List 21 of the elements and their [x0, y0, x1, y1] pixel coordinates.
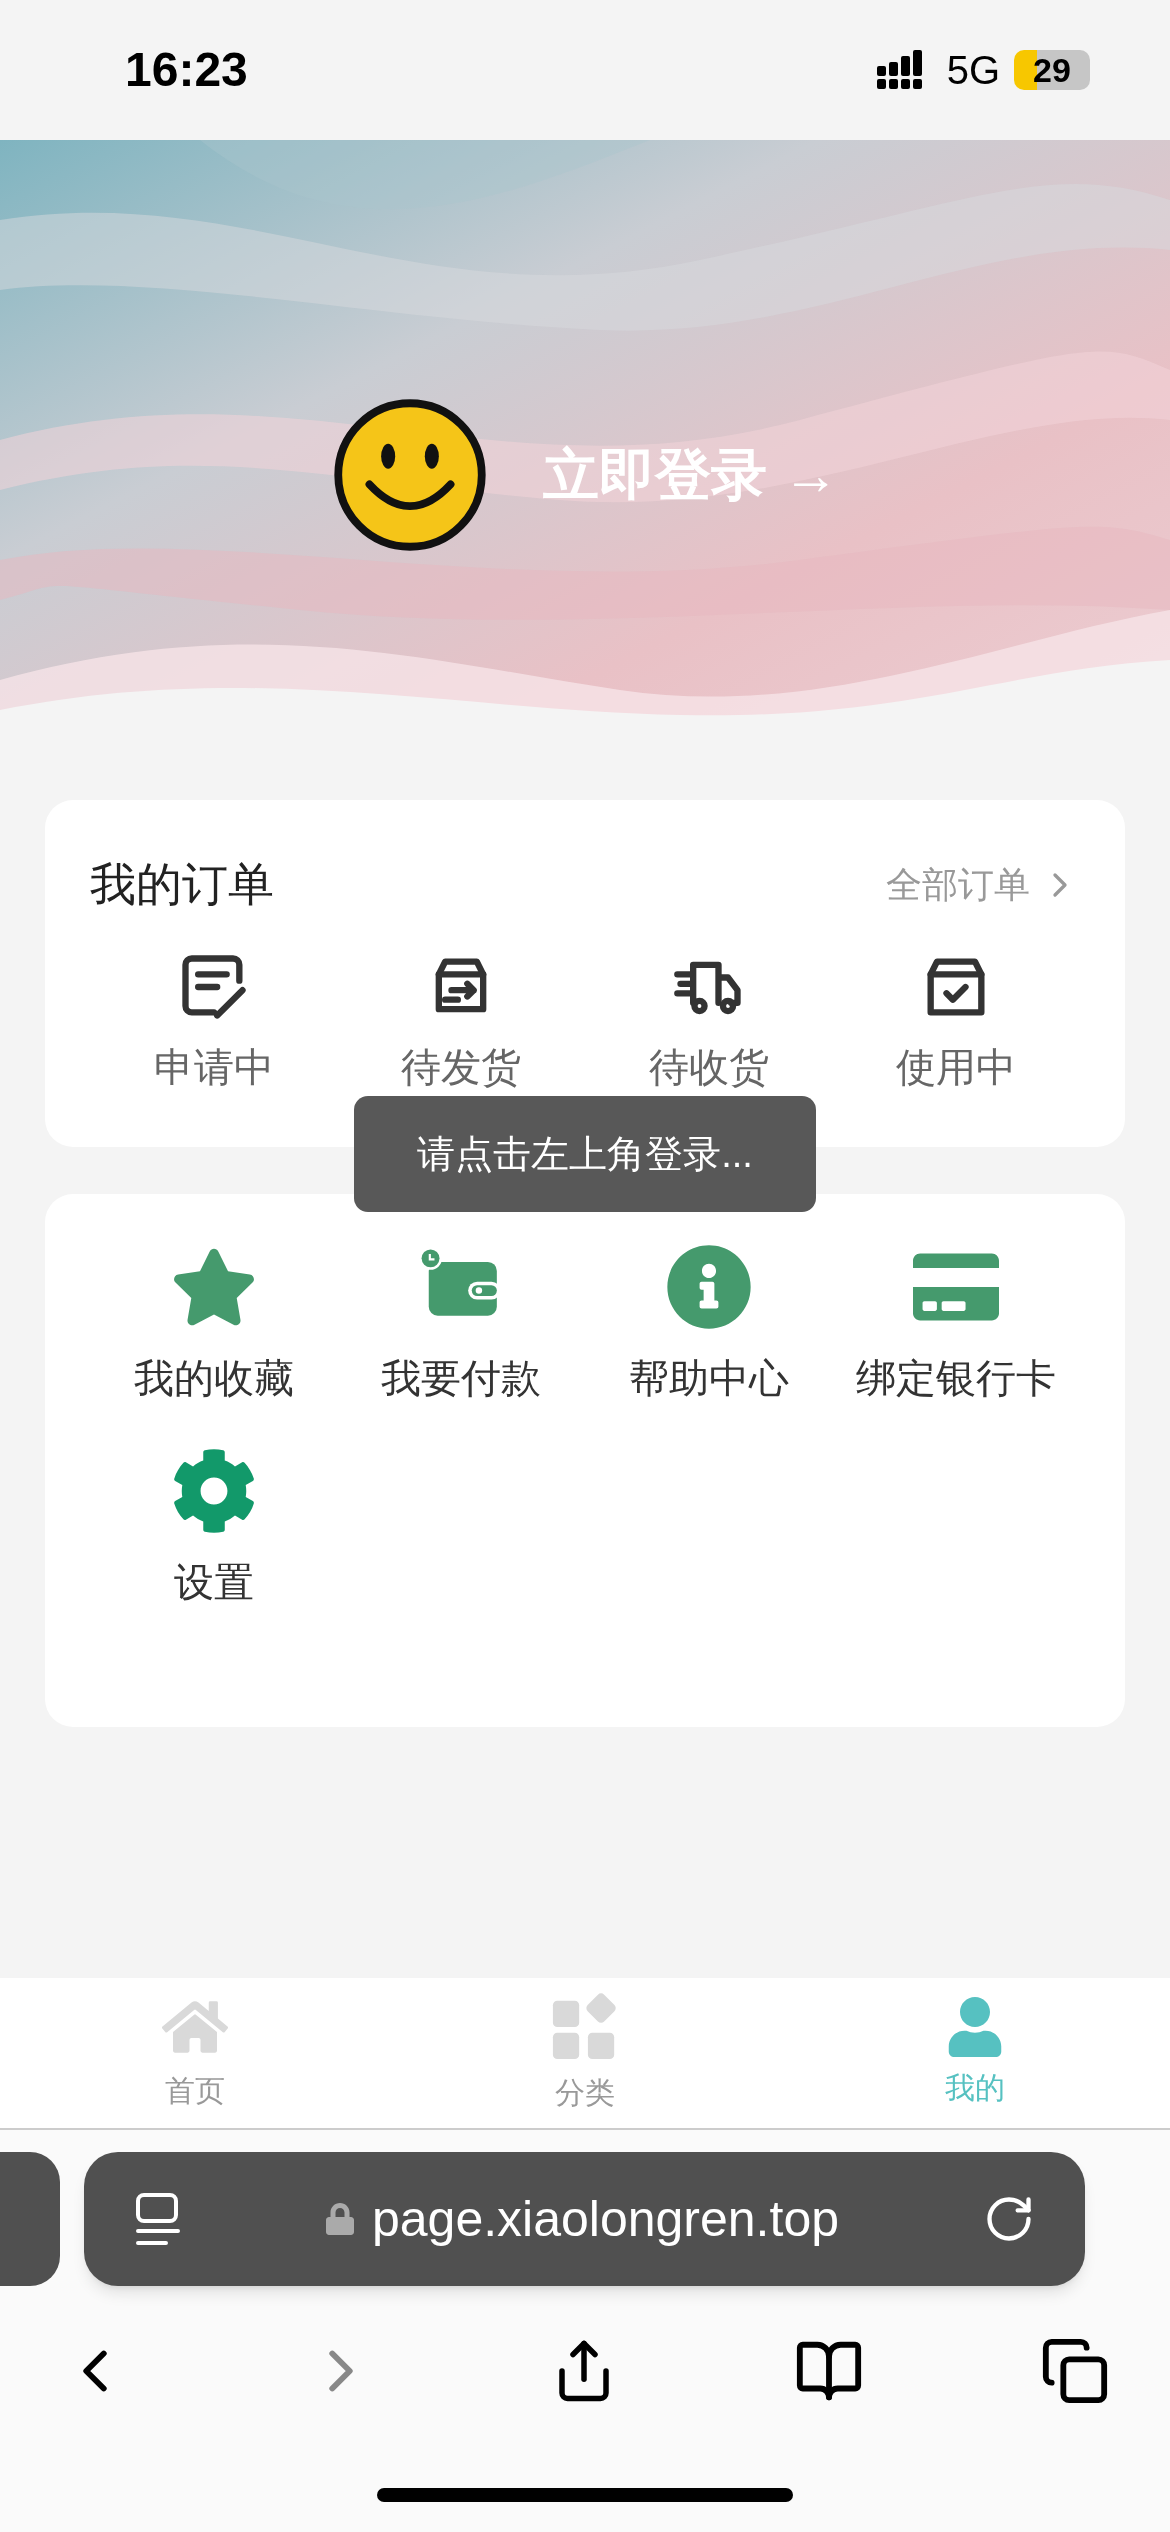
section-title: 我的订单: [90, 857, 274, 912]
lock-icon: [325, 2202, 354, 2236]
order-status-item[interactable]: 待发货: [337, 949, 585, 1097]
info-icon: [665, 1244, 752, 1330]
login-toast: 请点击左上角登录...: [354, 1096, 816, 1212]
order-status-item[interactable]: 待收货: [585, 949, 833, 1097]
network-label: 5G: [946, 47, 1000, 94]
previous-tab-bar[interactable]: [0, 2152, 60, 2286]
service-item[interactable]: 绑定银行卡: [832, 1244, 1080, 1408]
service-item[interactable]: 设置: [90, 1448, 338, 1612]
order-status-item[interactable]: 使用中: [832, 949, 1080, 1097]
service-item[interactable]: 我的收藏: [90, 1244, 338, 1408]
service-item[interactable]: 我要付款: [337, 1244, 585, 1408]
order-status-item[interactable]: 申请中: [90, 949, 338, 1097]
status-time: 16:23: [125, 42, 248, 98]
service-item[interactable]: 帮助中心: [585, 1244, 833, 1408]
smiley-icon: [332, 397, 488, 553]
tabs-icon[interactable]: [1040, 2336, 1110, 2406]
url-text: page.xiaolongren.top: [371, 2189, 839, 2249]
address-bar[interactable]: page.xiaolongren.top: [84, 2152, 1085, 2286]
page-menu-icon: [134, 2191, 182, 2247]
